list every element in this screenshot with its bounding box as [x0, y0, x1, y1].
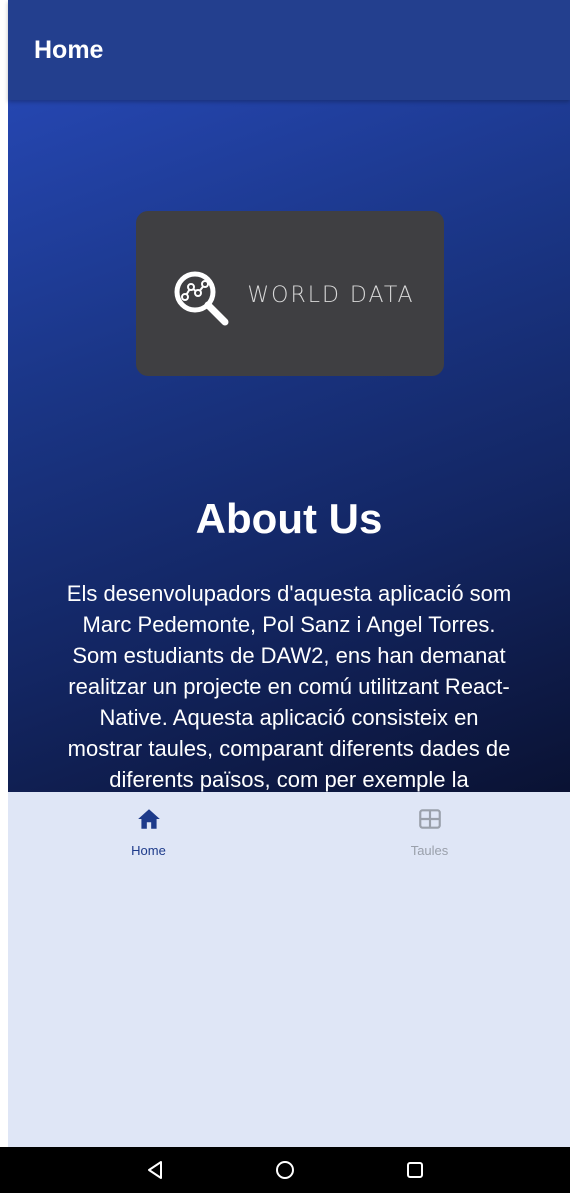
- tab-home[interactable]: Home: [8, 792, 289, 1147]
- about-title: About Us: [195, 495, 383, 542]
- about-description: Els desenvolupadors d'aquesta aplicació …: [66, 581, 512, 823]
- home-circle-icon: [276, 1161, 294, 1179]
- system-back-button[interactable]: [140, 1155, 170, 1185]
- logo-wordmark: WORLD DATA: [247, 283, 415, 308]
- home-content: WORLD DATA About Us Els desenvolupadors …: [8, 100, 570, 823]
- magnifier-chart-icon: [174, 271, 229, 325]
- header-title: Home: [34, 35, 104, 64]
- tab-taules[interactable]: Taules: [289, 792, 570, 1147]
- recents-square-icon: [407, 1162, 423, 1178]
- app-header: Home: [8, 0, 570, 100]
- app-screen: Home WORLD DATA About Us Els desenvolupa…: [0, 0, 570, 1193]
- tab-taules-label: Taules: [410, 843, 449, 858]
- system-home-button[interactable]: [270, 1155, 300, 1185]
- world-data-logo: WORLD DATA: [136, 211, 444, 376]
- screen-edge: [0, 0, 8, 1147]
- tab-home-label: Home: [131, 843, 166, 858]
- system-navigation-bar: [0, 1147, 570, 1193]
- table-icon: [418, 809, 441, 829]
- bottom-tab-bar: Home Taules: [8, 792, 570, 1147]
- home-icon: [137, 809, 160, 829]
- back-triangle-icon: [148, 1161, 162, 1179]
- system-recents-button[interactable]: [400, 1155, 430, 1185]
